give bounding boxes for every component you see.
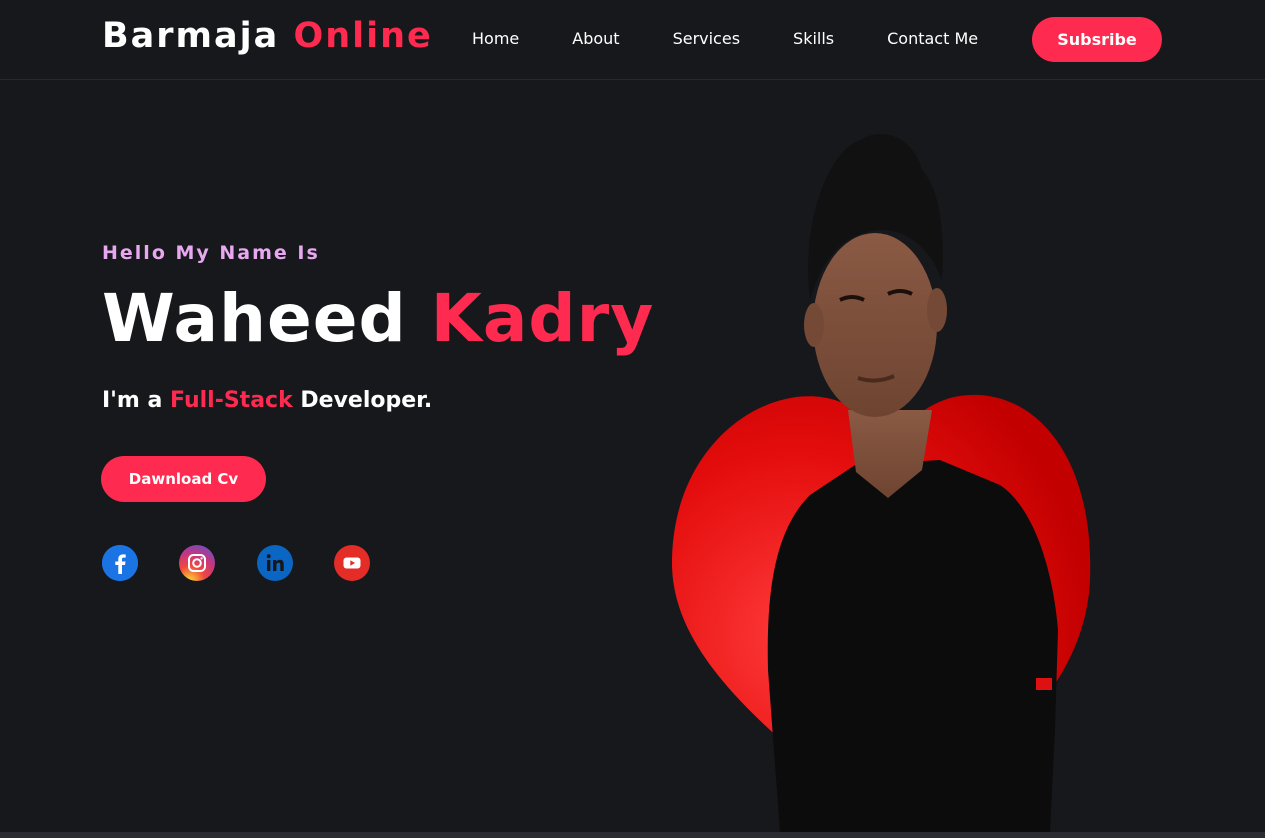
nav-about[interactable]: About [572, 29, 619, 49]
hero-role: I'm a Full-Stack Developer. [102, 388, 432, 413]
nav-contact[interactable]: Contact Me [887, 29, 978, 49]
nav-home[interactable]: Home [472, 29, 519, 49]
instagram-icon[interactable] [179, 545, 215, 581]
logo[interactable]: Barmaja Online [102, 16, 433, 56]
nav-services[interactable]: Services [673, 29, 740, 49]
role-suffix: Developer. [300, 388, 433, 413]
logo-main: Barmaja [102, 16, 280, 56]
hero-name: Waheed Kadry [102, 280, 654, 357]
person-face [813, 233, 937, 417]
nav-skills[interactable]: Skills [793, 29, 834, 49]
hero-portrait [660, 110, 1110, 832]
logo-accent: Online [293, 16, 433, 56]
download-cv-button[interactable]: Dawnload Cv [101, 456, 266, 502]
page-bottom-edge [0, 832, 1265, 838]
main-nav: Home About Services Skills Contact Me [472, 29, 978, 49]
portrait-illustration [671, 134, 1091, 832]
youtube-icon[interactable] [334, 545, 370, 581]
role-highlight: Full-Stack [170, 388, 293, 413]
hero-first-name: Waheed [102, 280, 407, 357]
person-body [767, 460, 1058, 832]
hero-greeting: Hello My Name Is [102, 242, 320, 264]
page: Barmaja Online Home About Services Skill… [0, 0, 1265, 838]
site-header: Barmaja Online Home About Services Skill… [0, 0, 1265, 80]
subscribe-button[interactable]: Subsribe [1032, 17, 1162, 62]
linkedin-icon[interactable] [257, 545, 293, 581]
role-prefix: I'm a [102, 388, 163, 413]
hero-last-name: Kadry [430, 280, 655, 357]
facebook-icon[interactable] [102, 545, 138, 581]
